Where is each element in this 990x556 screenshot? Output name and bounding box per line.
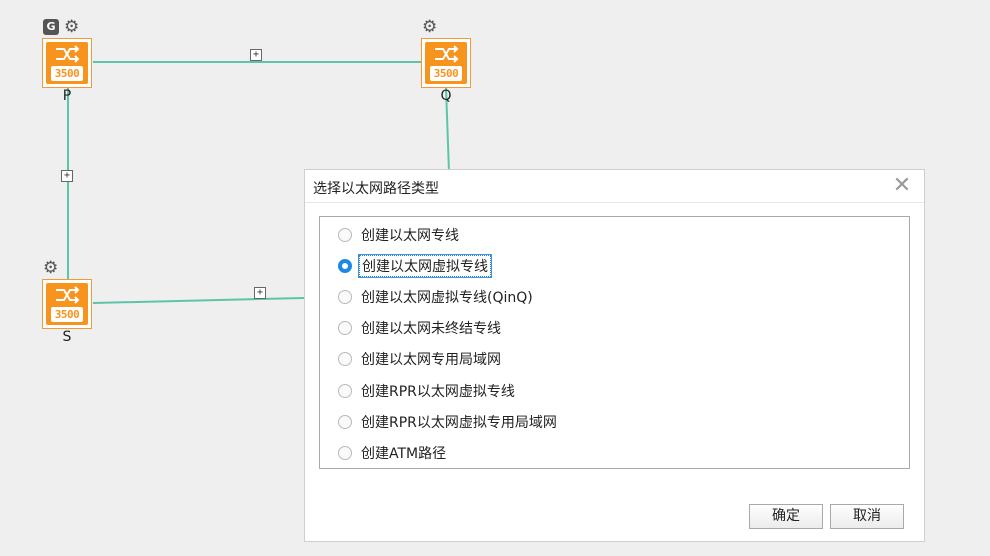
option-label[interactable]: 创建RPR以太网虚拟专线 (359, 381, 517, 401)
switch-arrows-icon (56, 286, 80, 304)
option-ethernet-virtual-line[interactable]: 创建以太网虚拟专线 (338, 254, 492, 278)
option-label[interactable]: 创建以太网专用局域网 (359, 349, 503, 369)
option-ethernet-virtual-line-qinq[interactable]: 创建以太网虚拟专线(QinQ) (338, 286, 535, 308)
node-label: S (62, 329, 72, 345)
radio-button[interactable] (338, 415, 352, 429)
link-expand-icon[interactable]: + (250, 49, 262, 61)
switch-device-icon[interactable]: 3500 (42, 279, 92, 329)
radio-button[interactable] (338, 321, 352, 335)
switch-device-icon[interactable]: 3500 (421, 38, 471, 88)
option-label[interactable]: 创建以太网未终结专线 (359, 318, 503, 338)
option-label[interactable]: 创建以太网虚拟专线 (358, 254, 492, 278)
model-label: 3500 (430, 66, 462, 81)
path-type-dialog: 选择以太网路径类型 ✕ 创建以太网专线 创建以太网虚拟专线 创建以太网虚拟专线(… (304, 169, 925, 542)
path-type-options: 创建以太网专线 创建以太网虚拟专线 创建以太网虚拟专线(QinQ) 创建以太网未… (319, 216, 910, 469)
option-label[interactable]: 创建以太网虚拟专线(QinQ) (359, 287, 535, 307)
dialog-title: 选择以太网路径类型 (313, 181, 439, 197)
switch-arrows-icon (435, 45, 459, 63)
radio-button[interactable] (338, 446, 352, 460)
node-label: P (62, 88, 72, 104)
cancel-button[interactable]: 取消 (830, 504, 904, 529)
option-label[interactable]: 创建ATM路径 (359, 443, 448, 463)
radio-button[interactable] (338, 228, 352, 242)
ok-button[interactable]: 确定 (749, 504, 823, 529)
option-label[interactable]: 创建以太网专线 (359, 225, 461, 245)
gear-icon[interactable]: ⚙ (43, 259, 61, 277)
radio-button[interactable] (338, 290, 352, 304)
model-label: 3500 (51, 307, 83, 322)
gear-icon[interactable]: ⚙ (422, 18, 440, 36)
option-ethernet-unterminated-line[interactable]: 创建以太网未终结专线 (338, 317, 503, 339)
radio-button-selected[interactable] (338, 259, 352, 273)
radio-button[interactable] (338, 352, 352, 366)
model-label: 3500 (51, 66, 83, 81)
switch-arrows-icon (56, 45, 80, 63)
option-rpr-virtual-lan[interactable]: 创建RPR以太网虚拟专用局域网 (338, 411, 559, 433)
close-icon[interactable]: ✕ (892, 175, 912, 197)
switch-device-icon[interactable]: 3500 (42, 38, 92, 88)
g-badge-icon: G (43, 19, 59, 35)
option-rpr-virtual-line[interactable]: 创建RPR以太网虚拟专线 (338, 380, 517, 402)
link-expand-icon[interactable]: + (61, 170, 73, 182)
radio-button[interactable] (338, 384, 352, 398)
option-label[interactable]: 创建RPR以太网虚拟专用局域网 (359, 412, 559, 432)
option-atm-path[interactable]: 创建ATM路径 (338, 442, 448, 464)
node-label: Q (440, 88, 452, 104)
option-ethernet-lan[interactable]: 创建以太网专用局域网 (338, 348, 503, 370)
link-expand-icon[interactable]: + (254, 287, 266, 299)
link-s-right[interactable] (92, 297, 305, 304)
gear-icon[interactable]: ⚙ (64, 18, 82, 36)
divider (305, 202, 924, 203)
option-ethernet-line[interactable]: 创建以太网专线 (338, 224, 461, 246)
